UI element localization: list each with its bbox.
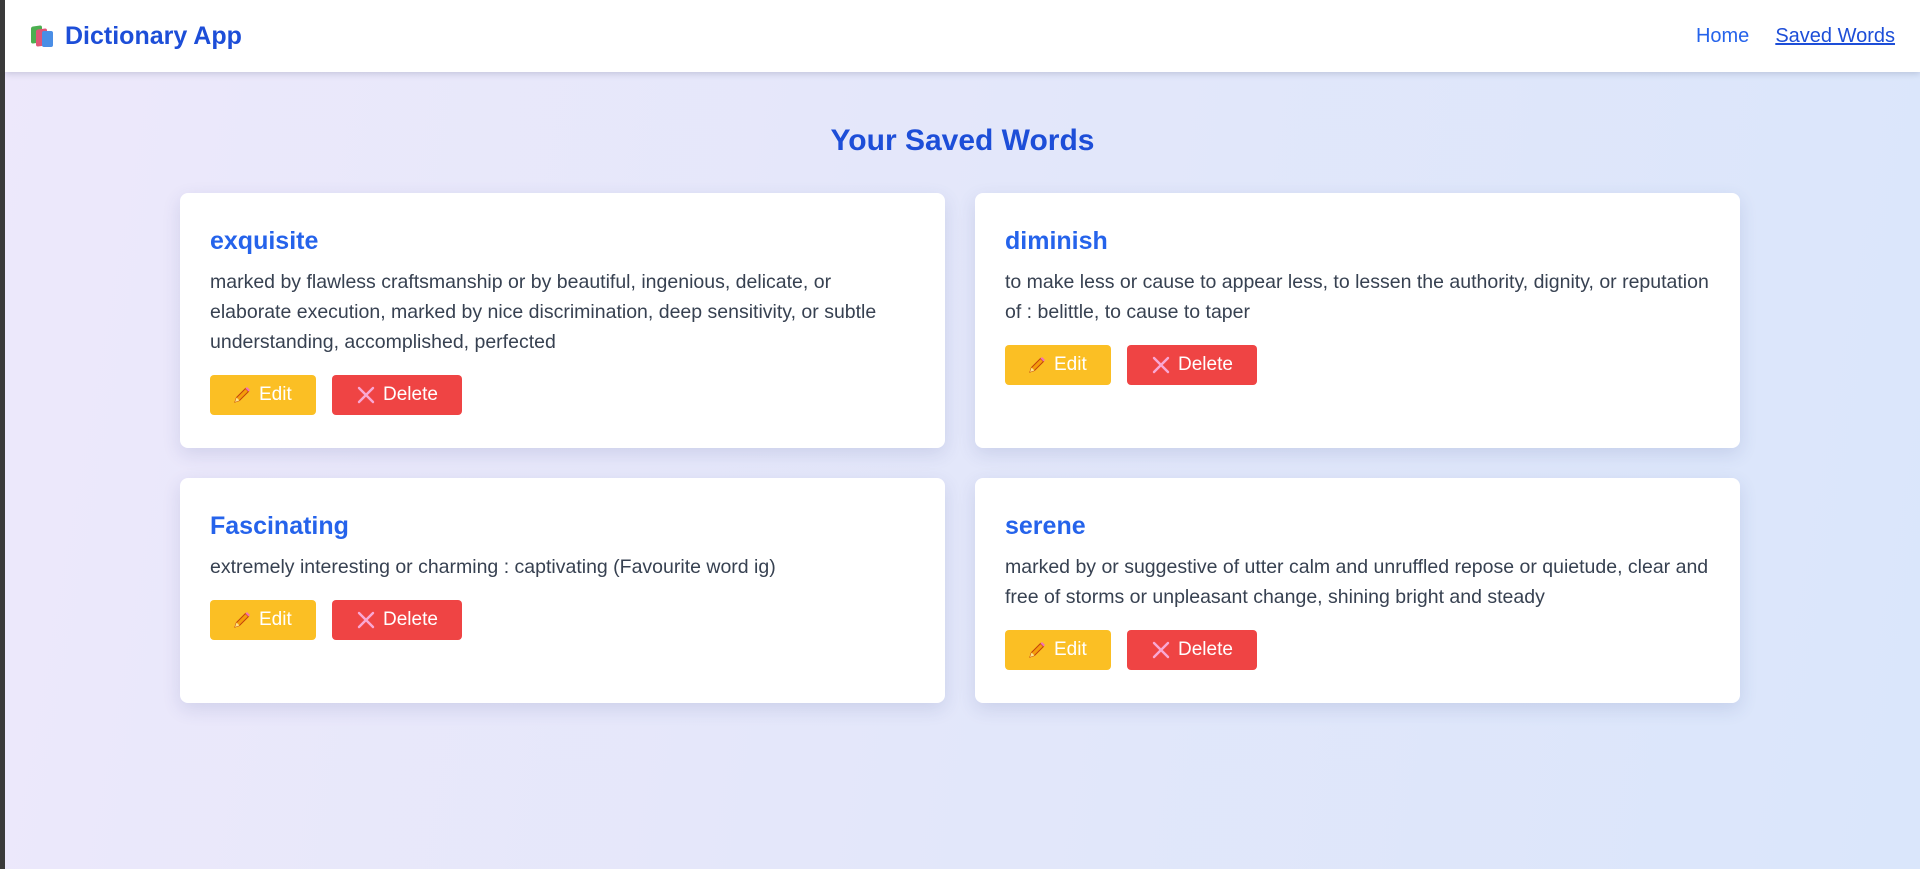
- word-card: Fascinating extremely interesting or cha…: [180, 478, 945, 703]
- card-actions: Edit Delete: [210, 375, 915, 415]
- nav-links: Home Saved Words: [1696, 25, 1895, 48]
- delete-button-label: Delete: [1178, 354, 1233, 375]
- edit-button[interactable]: Edit: [210, 375, 316, 415]
- close-icon: [357, 386, 375, 404]
- edit-button-label: Edit: [1054, 639, 1087, 660]
- brand-link[interactable]: Dictionary App: [29, 22, 242, 51]
- pencil-icon: [234, 387, 250, 403]
- word-definition: marked by or suggestive of utter calm an…: [1005, 556, 1709, 608]
- delete-button-label: Delete: [383, 384, 438, 405]
- pencil-icon: [234, 612, 250, 628]
- word-definition: extremely interesting or charming : capt…: [210, 556, 776, 578]
- word-title: Fascinating: [210, 512, 349, 540]
- word-title: diminish: [1005, 227, 1108, 255]
- card-actions: Edit Delete: [210, 600, 915, 640]
- delete-button[interactable]: Delete: [1127, 345, 1257, 385]
- edit-button[interactable]: Edit: [210, 600, 316, 640]
- delete-button[interactable]: Delete: [1127, 630, 1257, 670]
- saved-words-grid: exquisite marked by flawless craftsmansh…: [180, 193, 1740, 703]
- brand-title: Dictionary App: [65, 21, 242, 50]
- word-title: exquisite: [210, 227, 319, 255]
- word-title: serene: [1005, 512, 1086, 540]
- edit-button-label: Edit: [259, 384, 292, 405]
- close-icon: [357, 611, 375, 629]
- word-definition: to make less or cause to appear less, to…: [1005, 271, 1709, 323]
- pencil-icon: [1029, 642, 1045, 658]
- page-title: Your Saved Words: [830, 124, 1095, 157]
- card-actions: Edit Delete: [1005, 345, 1710, 385]
- pencil-icon: [1029, 357, 1045, 373]
- edit-button-label: Edit: [1054, 354, 1087, 375]
- close-icon: [1152, 641, 1170, 659]
- delete-button-label: Delete: [383, 609, 438, 630]
- word-definition: marked by flawless craftsmanship or by b…: [210, 271, 877, 353]
- edit-button-label: Edit: [259, 609, 292, 630]
- delete-button[interactable]: Delete: [332, 600, 462, 640]
- nav-link-home[interactable]: Home: [1696, 25, 1749, 48]
- navbar: Dictionary App Home Saved Words: [5, 0, 1920, 72]
- delete-button-label: Delete: [1178, 639, 1233, 660]
- word-card: serene marked by or suggestive of utter …: [975, 478, 1740, 703]
- edit-button[interactable]: Edit: [1005, 345, 1111, 385]
- nav-link-saved-words[interactable]: Saved Words: [1775, 25, 1895, 48]
- card-actions: Edit Delete: [1005, 630, 1710, 670]
- app-viewport: Dictionary App Home Saved Words Your Sav…: [5, 0, 1920, 869]
- books-icon: [29, 24, 55, 48]
- word-card: diminish to make less or cause to appear…: [975, 193, 1740, 448]
- close-icon: [1152, 356, 1170, 374]
- edit-button[interactable]: Edit: [1005, 630, 1111, 670]
- word-card: exquisite marked by flawless craftsmansh…: [180, 193, 945, 448]
- delete-button[interactable]: Delete: [332, 375, 462, 415]
